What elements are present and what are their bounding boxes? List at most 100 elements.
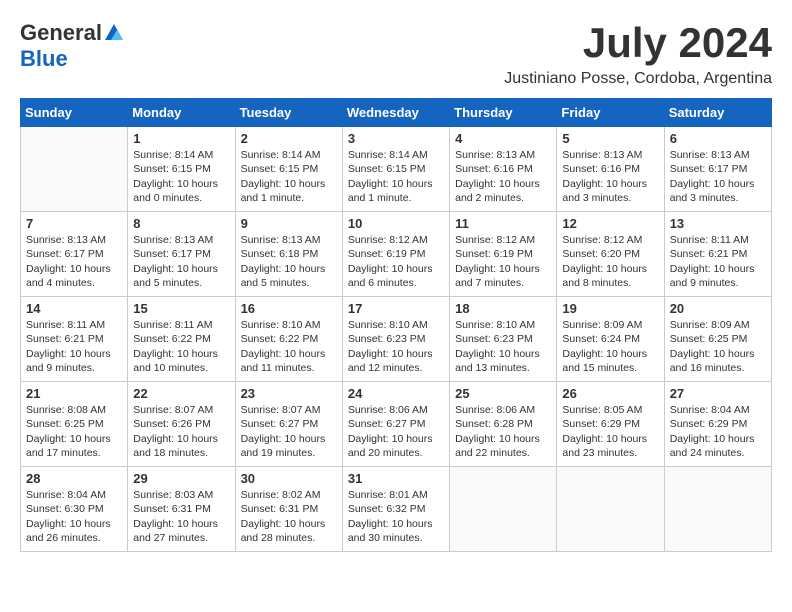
day-info: Sunrise: 8:07 AM Sunset: 6:26 PM Dayligh…	[133, 403, 229, 460]
day-number: 10	[348, 216, 444, 231]
day-number: 23	[241, 386, 337, 401]
day-number: 11	[455, 216, 551, 231]
day-number: 15	[133, 301, 229, 316]
calendar-cell: 14 Sunrise: 8:11 AM Sunset: 6:21 PM Dayli…	[21, 297, 128, 382]
day-number: 19	[562, 301, 658, 316]
day-info: Sunrise: 8:04 AM Sunset: 6:30 PM Dayligh…	[26, 488, 122, 545]
calendar-cell: 20 Sunrise: 8:09 AM Sunset: 6:25 PM Dayli…	[664, 297, 771, 382]
logo-general: General	[20, 20, 102, 46]
calendar-cell: 27 Sunrise: 8:04 AM Sunset: 6:29 PM Dayli…	[664, 382, 771, 467]
day-number: 14	[26, 301, 122, 316]
day-info: Sunrise: 8:12 AM Sunset: 6:20 PM Dayligh…	[562, 233, 658, 290]
calendar-cell: 16 Sunrise: 8:10 AM Sunset: 6:22 PM Dayli…	[235, 297, 342, 382]
day-info: Sunrise: 8:03 AM Sunset: 6:31 PM Dayligh…	[133, 488, 229, 545]
day-number: 17	[348, 301, 444, 316]
day-number: 27	[670, 386, 766, 401]
calendar-week-row: 28 Sunrise: 8:04 AM Sunset: 6:30 PM Dayli…	[21, 467, 772, 552]
day-info: Sunrise: 8:14 AM Sunset: 6:15 PM Dayligh…	[348, 148, 444, 205]
weekday-header-tuesday: Tuesday	[235, 99, 342, 127]
calendar-cell: 6 Sunrise: 8:13 AM Sunset: 6:17 PM Daylig…	[664, 127, 771, 212]
calendar-cell: 21Sunrise: 8:08 AM Sunset: 6:25 PM Dayli…	[21, 382, 128, 467]
logo: General Blue	[20, 20, 126, 72]
weekday-header-friday: Friday	[557, 99, 664, 127]
page-header: General Blue July 2024 Justiniano Posse,…	[20, 20, 772, 88]
weekday-header-wednesday: Wednesday	[342, 99, 449, 127]
day-info: Sunrise: 8:13 AM Sunset: 6:18 PM Dayligh…	[241, 233, 337, 290]
day-info: Sunrise: 8:10 AM Sunset: 6:23 PM Dayligh…	[348, 318, 444, 375]
day-info: Sunrise: 8:13 AM Sunset: 6:17 PM Dayligh…	[670, 148, 766, 205]
day-info: Sunrise: 8:11 AM Sunset: 6:21 PM Dayligh…	[670, 233, 766, 290]
calendar-cell: 18Sunrise: 8:10 AM Sunset: 6:23 PM Dayli…	[450, 297, 557, 382]
day-info: Sunrise: 8:09 AM Sunset: 6:25 PM Dayligh…	[670, 318, 766, 375]
day-info: Sunrise: 8:01 AM Sunset: 6:32 PM Dayligh…	[348, 488, 444, 545]
day-number: 20	[670, 301, 766, 316]
day-number: 28	[26, 471, 122, 486]
day-info: Sunrise: 8:11 AM Sunset: 6:22 PM Dayligh…	[133, 318, 229, 375]
day-number: 22	[133, 386, 229, 401]
day-number: 31	[348, 471, 444, 486]
calendar-cell: 1 Sunrise: 8:14 AM Sunset: 6:15 PM Daylig…	[128, 127, 235, 212]
day-number: 12	[562, 216, 658, 231]
location-subtitle: Justiniano Posse, Cordoba, Argentina	[504, 70, 772, 88]
calendar-cell	[557, 467, 664, 552]
calendar-cell	[664, 467, 771, 552]
calendar-cell: 19 Sunrise: 8:09 AM Sunset: 6:24 PM Dayli…	[557, 297, 664, 382]
day-info: Sunrise: 8:13 AM Sunset: 6:16 PM Dayligh…	[455, 148, 551, 205]
day-number: 29	[133, 471, 229, 486]
title-block: July 2024 Justiniano Posse, Cordoba, Arg…	[504, 20, 772, 88]
day-info: Sunrise: 8:14 AM Sunset: 6:15 PM Dayligh…	[241, 148, 337, 205]
logo-blue: Blue	[20, 46, 68, 71]
calendar-table: SundayMondayTuesdayWednesdayThursdayFrid…	[20, 98, 772, 552]
weekday-header-row: SundayMondayTuesdayWednesdayThursdayFrid…	[21, 99, 772, 127]
day-number: 1	[133, 131, 229, 146]
day-info: Sunrise: 8:05 AM Sunset: 6:29 PM Dayligh…	[562, 403, 658, 460]
day-number: 5	[562, 131, 658, 146]
weekday-header-thursday: Thursday	[450, 99, 557, 127]
day-number: 21	[26, 386, 122, 401]
day-number: 16	[241, 301, 337, 316]
day-info: Sunrise: 8:04 AM Sunset: 6:29 PM Dayligh…	[670, 403, 766, 460]
calendar-cell: 9 Sunrise: 8:13 AM Sunset: 6:18 PM Daylig…	[235, 212, 342, 297]
weekday-header-sunday: Sunday	[21, 99, 128, 127]
day-info: Sunrise: 8:02 AM Sunset: 6:31 PM Dayligh…	[241, 488, 337, 545]
day-number: 24	[348, 386, 444, 401]
day-info: Sunrise: 8:10 AM Sunset: 6:22 PM Dayligh…	[241, 318, 337, 375]
day-number: 7	[26, 216, 122, 231]
day-info: Sunrise: 8:09 AM Sunset: 6:24 PM Dayligh…	[562, 318, 658, 375]
day-number: 8	[133, 216, 229, 231]
calendar-cell: 26 Sunrise: 8:05 AM Sunset: 6:29 PM Dayli…	[557, 382, 664, 467]
day-number: 3	[348, 131, 444, 146]
calendar-cell: 2Sunrise: 8:14 AM Sunset: 6:15 PM Daylig…	[235, 127, 342, 212]
day-info: Sunrise: 8:07 AM Sunset: 6:27 PM Dayligh…	[241, 403, 337, 460]
calendar-cell	[450, 467, 557, 552]
day-info: Sunrise: 8:12 AM Sunset: 6:19 PM Dayligh…	[348, 233, 444, 290]
day-number: 6	[670, 131, 766, 146]
day-info: Sunrise: 8:06 AM Sunset: 6:28 PM Dayligh…	[455, 403, 551, 460]
day-info: Sunrise: 8:13 AM Sunset: 6:17 PM Dayligh…	[26, 233, 122, 290]
day-info: Sunrise: 8:11 AM Sunset: 6:21 PM Dayligh…	[26, 318, 122, 375]
calendar-cell: 11Sunrise: 8:12 AM Sunset: 6:19 PM Dayli…	[450, 212, 557, 297]
calendar-week-row: 1 Sunrise: 8:14 AM Sunset: 6:15 PM Daylig…	[21, 127, 772, 212]
day-number: 30	[241, 471, 337, 486]
calendar-cell: 13 Sunrise: 8:11 AM Sunset: 6:21 PM Dayli…	[664, 212, 771, 297]
day-info: Sunrise: 8:13 AM Sunset: 6:16 PM Dayligh…	[562, 148, 658, 205]
calendar-cell: 25 Sunrise: 8:06 AM Sunset: 6:28 PM Dayli…	[450, 382, 557, 467]
day-info: Sunrise: 8:13 AM Sunset: 6:17 PM Dayligh…	[133, 233, 229, 290]
day-info: Sunrise: 8:14 AM Sunset: 6:15 PM Dayligh…	[133, 148, 229, 205]
calendar-cell: 5 Sunrise: 8:13 AM Sunset: 6:16 PM Daylig…	[557, 127, 664, 212]
day-number: 9	[241, 216, 337, 231]
calendar-cell: 10 Sunrise: 8:12 AM Sunset: 6:19 PM Dayli…	[342, 212, 449, 297]
day-number: 26	[562, 386, 658, 401]
calendar-cell: 31 Sunrise: 8:01 AM Sunset: 6:32 PM Dayli…	[342, 467, 449, 552]
calendar-cell: 28 Sunrise: 8:04 AM Sunset: 6:30 PM Dayli…	[21, 467, 128, 552]
weekday-header-saturday: Saturday	[664, 99, 771, 127]
day-info: Sunrise: 8:06 AM Sunset: 6:27 PM Dayligh…	[348, 403, 444, 460]
calendar-cell	[21, 127, 128, 212]
calendar-cell: 22 Sunrise: 8:07 AM Sunset: 6:26 PM Dayli…	[128, 382, 235, 467]
calendar-cell: 7 Sunrise: 8:13 AM Sunset: 6:17 PM Daylig…	[21, 212, 128, 297]
day-info: Sunrise: 8:10 AM Sunset: 6:23 PM Dayligh…	[455, 318, 551, 375]
day-number: 25	[455, 386, 551, 401]
calendar-cell: 15 Sunrise: 8:11 AM Sunset: 6:22 PM Dayli…	[128, 297, 235, 382]
calendar-cell: 3 Sunrise: 8:14 AM Sunset: 6:15 PM Daylig…	[342, 127, 449, 212]
day-number: 13	[670, 216, 766, 231]
